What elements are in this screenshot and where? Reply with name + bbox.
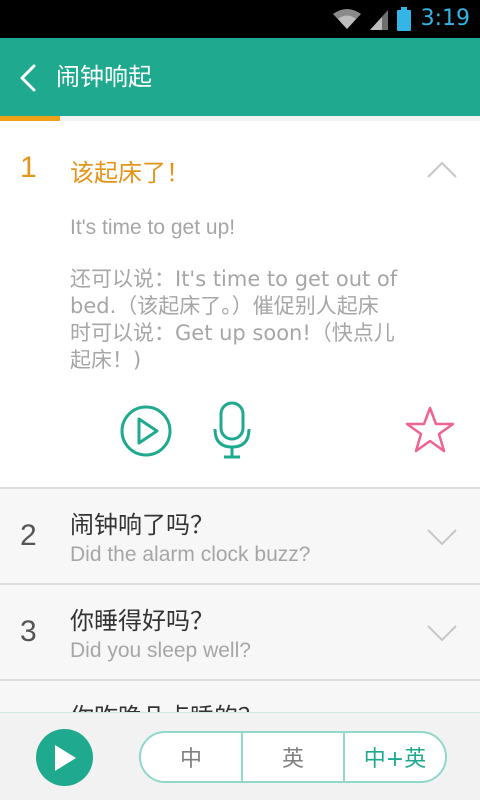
phrase-english: It's time to get up!: [70, 216, 236, 239]
phrase-chinese: 你睡得好吗？: [70, 607, 214, 635]
status-bar: 3:19: [0, 0, 480, 38]
play-circle-icon[interactable]: [120, 405, 172, 457]
phrase-number: 2: [20, 519, 37, 552]
phrase-english: Did the alarm clock buzz?: [70, 543, 311, 566]
signal-icon: [370, 10, 388, 30]
phrase-number: 3: [20, 615, 37, 648]
wifi-icon: [333, 9, 361, 29]
phrase-note-line: bed.（该起床了。）催促别人起床: [70, 294, 379, 318]
chevron-up-icon[interactable]: [426, 159, 458, 179]
phrase-note-line: 还可以说：It's time to get out of: [70, 267, 398, 291]
mode-both-button[interactable]: 中+英: [343, 733, 445, 781]
star-outline-icon[interactable]: [404, 405, 456, 455]
mode-english-button[interactable]: 英: [241, 733, 343, 781]
mode-chinese-button[interactable]: 中: [141, 733, 241, 781]
phrase-item[interactable]: 3 你睡得好吗？ Did you sleep well?: [0, 585, 480, 681]
phrase-chinese: 闹钟响了吗？: [70, 511, 214, 539]
play-icon: [54, 744, 76, 771]
chevron-down-icon[interactable]: [426, 527, 458, 547]
app-bar: 闹钟响起: [0, 38, 480, 116]
page-title: 闹钟响起: [56, 63, 152, 91]
microphone-icon[interactable]: [212, 401, 252, 459]
phrase-item-expanded[interactable]: 1 该起床了！ It's time to get up! 还可以说：It's t…: [0, 121, 480, 489]
phrase-number: 1: [20, 151, 37, 184]
battery-icon: [397, 7, 411, 31]
play-all-button[interactable]: [36, 729, 93, 786]
phrase-chinese: 该起床了！: [70, 159, 190, 187]
language-mode-selector: 中 英 中+英: [139, 731, 447, 783]
status-time: 3:19: [420, 6, 470, 31]
back-button[interactable]: [10, 58, 46, 98]
chevron-left-icon: [20, 64, 36, 92]
phrase-item[interactable]: 2 闹钟响了吗？ Did the alarm clock buzz?: [0, 489, 480, 585]
phrase-note: 还可以说：It's time to get out of bed.（该起床了。）…: [70, 266, 420, 374]
chevron-down-icon[interactable]: [426, 623, 458, 643]
bottom-bar: 中 英 中+英: [0, 712, 480, 800]
phrase-english: Did you sleep well?: [70, 639, 251, 662]
phrase-note-line: 时可以说：Get up soon!（快点儿: [70, 321, 395, 345]
status-icons: [332, 6, 412, 32]
phrase-note-line: 起床！): [70, 348, 142, 372]
